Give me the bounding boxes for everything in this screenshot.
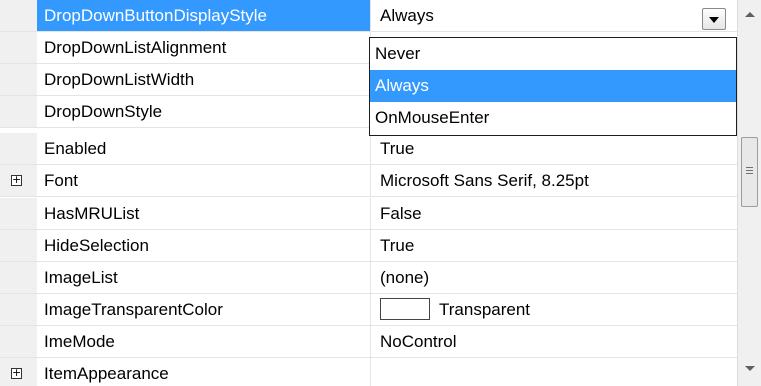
property-name[interactable]: Font: [37, 165, 371, 196]
property-name[interactable]: ImeMode: [37, 326, 371, 357]
property-row-dropdownbuttondisplaystyle[interactable]: DropDownButtonDisplayStyle Always: [0, 0, 737, 32]
property-grid: DropDownButtonDisplayStyle Always DropDo…: [0, 0, 737, 386]
property-row-itemappearance[interactable]: + ItemAppearance: [0, 358, 737, 386]
property-value[interactable]: [371, 358, 737, 386]
property-row-hideselection[interactable]: HideSelection True: [0, 230, 737, 262]
property-name[interactable]: ImageList: [37, 262, 371, 293]
property-value[interactable]: (none): [371, 262, 737, 293]
row-gutter: [0, 262, 37, 293]
dropdown-option-onmouseenter[interactable]: OnMouseEnter: [370, 102, 736, 134]
property-row-imagelist[interactable]: ImageList (none): [0, 262, 737, 294]
property-value[interactable]: NoControl: [371, 326, 737, 357]
plus-box-icon[interactable]: +: [11, 174, 22, 186]
property-name[interactable]: ItemAppearance: [37, 358, 371, 386]
property-value[interactable]: Transparent: [371, 294, 737, 325]
property-name[interactable]: ImageTransparentColor: [37, 294, 371, 325]
dropdown-list: Never Always OnMouseEnter: [369, 37, 737, 136]
row-gutter: [0, 294, 37, 325]
row-gutter: [0, 133, 37, 164]
color-swatch: [380, 298, 430, 321]
plus-box-icon[interactable]: +: [11, 367, 22, 379]
property-name[interactable]: DropDownStyle: [37, 96, 371, 127]
row-gutter: [0, 96, 37, 127]
row-gutter: [0, 0, 37, 31]
scrollbar-thumb[interactable]: [741, 137, 758, 207]
row-gutter: [0, 230, 37, 261]
row-gutter: [0, 64, 37, 95]
row-gutter: [0, 326, 37, 357]
dropdown-option-always[interactable]: Always: [370, 70, 736, 102]
vertical-scrollbar[interactable]: [737, 0, 761, 386]
property-value[interactable]: True: [371, 230, 737, 261]
property-name[interactable]: Enabled: [37, 133, 371, 164]
property-name[interactable]: DropDownListWidth: [37, 64, 371, 95]
property-name[interactable]: HasMRUList: [37, 198, 371, 229]
row-gutter: +: [0, 358, 37, 386]
dropdown-button[interactable]: [702, 8, 726, 30]
property-value[interactable]: True: [371, 133, 737, 164]
property-row-enabled[interactable]: Enabled True: [0, 133, 737, 165]
property-row-imemode[interactable]: ImeMode NoControl: [0, 326, 737, 358]
property-value[interactable]: Microsoft Sans Serif, 8.25pt: [371, 165, 737, 196]
property-name[interactable]: HideSelection: [37, 230, 371, 261]
property-name[interactable]: DropDownButtonDisplayStyle: [37, 0, 371, 31]
arrow-down-icon[interactable]: [745, 366, 755, 371]
grip-line: [746, 167, 753, 168]
dropdown-option-never[interactable]: Never: [370, 38, 736, 70]
property-value-text: Transparent: [439, 300, 531, 319]
property-value[interactable]: Always: [371, 0, 737, 31]
property-value[interactable]: False: [371, 198, 737, 229]
property-row-font[interactable]: + Font Microsoft Sans Serif, 8.25pt: [0, 165, 737, 197]
property-row-hasmrulist[interactable]: HasMRUList False: [0, 198, 737, 230]
property-row-imagetransparentcolor[interactable]: ImageTransparentColor Transparent: [0, 294, 737, 326]
grip-line: [746, 170, 753, 171]
row-gutter: [0, 198, 37, 229]
grip-line: [746, 173, 753, 174]
chevron-down-icon: [709, 17, 719, 23]
property-name[interactable]: DropDownListAlignment: [37, 32, 371, 63]
arrow-up-icon[interactable]: [745, 12, 755, 17]
row-gutter: [0, 32, 37, 63]
row-gutter: +: [0, 165, 37, 196]
